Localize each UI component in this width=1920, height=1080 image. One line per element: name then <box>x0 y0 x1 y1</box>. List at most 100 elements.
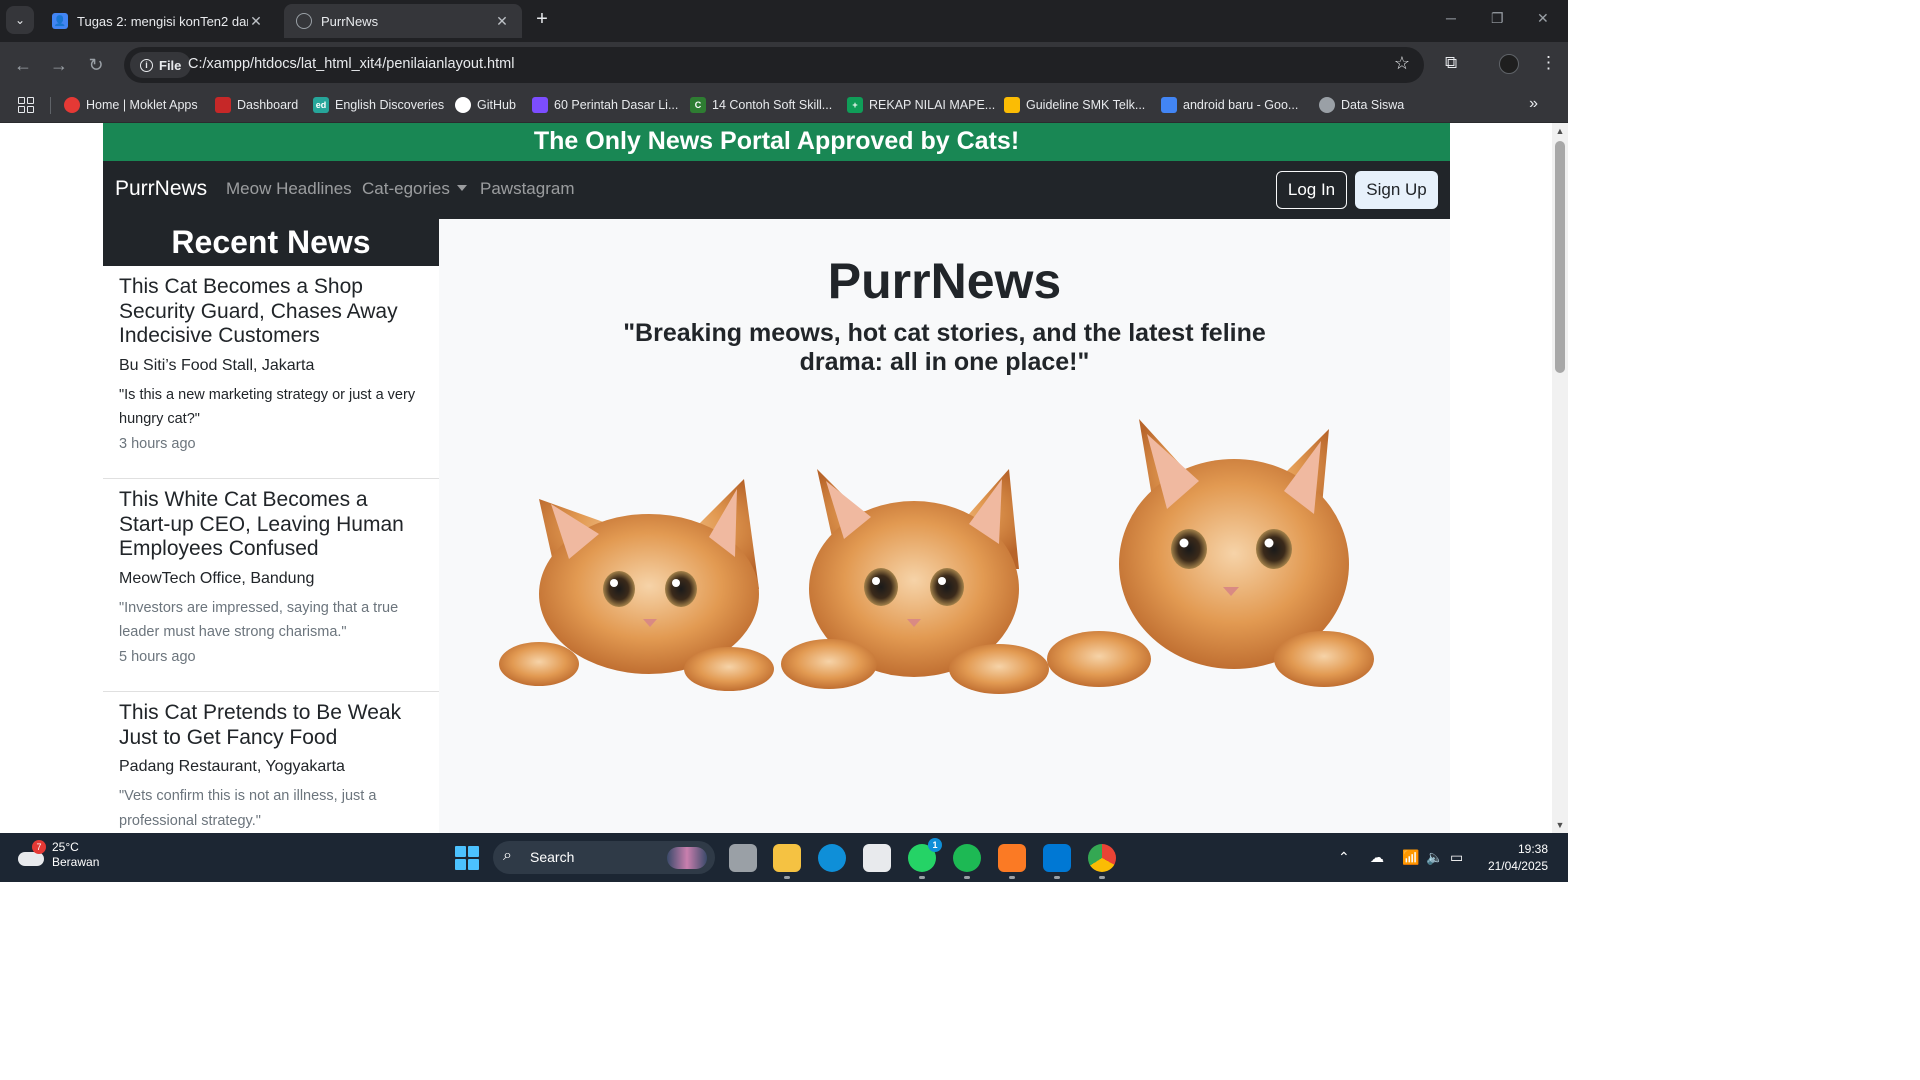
dashboard-icon <box>215 97 231 113</box>
bookmark-label: android baru - Goo... <box>1183 98 1299 112</box>
bookmark-guideline[interactable]: Guideline SMK Telk... <box>1004 95 1145 115</box>
battery-icon[interactable]: ▭ <box>1450 849 1463 866</box>
whatsapp-icon[interactable]: 1 <box>908 838 942 872</box>
wifi-icon[interactable]: 📶 <box>1402 849 1419 866</box>
windows-start-icon[interactable] <box>455 846 479 870</box>
nav-link-pawstagram[interactable]: Pawstagram <box>480 179 574 199</box>
sidebar-heading: Recent News <box>103 219 439 266</box>
news-title[interactable]: This White Cat Becomes a Start-up CEO, L… <box>119 488 423 562</box>
minimize-icon[interactable]: ─ <box>1446 10 1456 26</box>
promo-banner: The Only News Portal Approved by Cats! <box>103 123 1450 161</box>
bookmark-separator <box>50 97 51 114</box>
caret-down-icon <box>456 185 467 191</box>
reload-icon[interactable]: ↻ <box>84 53 108 77</box>
file-explorer-icon[interactable] <box>773 844 801 872</box>
more-bookmarks-icon[interactable]: » <box>1529 95 1538 113</box>
site-info-chip[interactable]: i File <box>130 52 192 78</box>
bookmark-label: Dashboard <box>237 98 299 112</box>
bookmark-github[interactable]: GitHub <box>455 95 516 115</box>
kitten-right <box>1047 419 1374 687</box>
nav-link-meow-headlines[interactable]: Meow Headlines <box>226 179 352 199</box>
extensions-icon[interactable]: ⧉ <box>1445 53 1457 73</box>
news-item[interactable]: This Cat Becomes a Shop Security Guard, … <box>103 275 439 479</box>
bookmark-label: Home | Moklet Apps <box>86 98 198 112</box>
tab-purrnews[interactable]: PurrNews ✕ <box>284 4 522 38</box>
weather-temp: 25°C <box>52 840 79 854</box>
tab-title: Tugas 2: mengisi konTen2 dari l <box>77 13 248 29</box>
close-tab-icon[interactable]: ✕ <box>248 13 264 30</box>
restore-icon[interactable]: ❐ <box>1491 10 1504 27</box>
moklet-icon <box>64 97 80 113</box>
clock-time[interactable]: 19:38 <box>1500 842 1548 856</box>
scroll-up-icon[interactable]: ▲ <box>1555 126 1565 136</box>
site-navbar: PurrNews Meow Headlines Cat-egories Paws… <box>103 161 1450 219</box>
running-indicator <box>1009 876 1015 879</box>
new-tab-button[interactable]: + <box>530 8 554 32</box>
edge-icon[interactable] <box>818 844 846 872</box>
chrome-icon[interactable] <box>1088 844 1116 872</box>
nav-dropdown-categories[interactable]: Cat-egories <box>362 179 467 199</box>
news-item[interactable]: This White Cat Becomes a Start-up CEO, L… <box>103 488 439 692</box>
news-title[interactable]: This Cat Pretends to Be Weak Just to Get… <box>119 701 423 750</box>
bookmark-moklet[interactable]: Home | Moklet Apps <box>64 95 198 115</box>
news-item[interactable]: This Cat Pretends to Be Weak Just to Get… <box>103 701 439 833</box>
kitten-left <box>499 479 774 691</box>
profile-avatar[interactable] <box>1499 54 1519 74</box>
bookmark-rekap-nilai[interactable]: + REKAP NILAI MAPE... <box>847 95 995 115</box>
store-icon[interactable] <box>863 844 891 872</box>
taskbar-search[interactable]: ⌕ Search <box>493 841 715 874</box>
apps-grid-icon[interactable] <box>18 97 34 113</box>
bookmark-soft-skill[interactable]: C 14 Contoh Soft Skill... <box>690 95 832 115</box>
github-icon <box>455 97 471 113</box>
signup-button[interactable]: Sign Up <box>1355 171 1438 209</box>
bookmark-data-siswa[interactable]: Data Siswa <box>1319 95 1404 115</box>
windows-taskbar: 7 25°C Berawan ⌕ Search 1 ⌃ ☁ 📶 🔈 ▭ 19:3… <box>0 833 1568 882</box>
page-viewport: The Only News Portal Approved by Cats! P… <box>0 123 1552 833</box>
back-icon[interactable]: ← <box>11 53 35 77</box>
task-view-icon[interactable] <box>729 844 757 872</box>
xampp-icon[interactable] <box>998 844 1026 872</box>
navbar-brand[interactable]: PurrNews <box>115 177 207 201</box>
bookmark-android[interactable]: android baru - Goo... <box>1161 95 1298 115</box>
cloudy-weather-icon: 7 <box>16 840 46 868</box>
spotify-icon[interactable] <box>953 844 981 872</box>
news-title[interactable]: This Cat Becomes a Shop Security Guard, … <box>119 275 423 349</box>
scroll-thumb[interactable] <box>1555 141 1565 373</box>
clock-date[interactable]: 21/04/2025 <box>1480 859 1548 873</box>
chevron-down-icon: ⌄ <box>14 13 26 27</box>
tab-tugas[interactable]: 👤 Tugas 2: mengisi konTen2 dari l ✕ <box>40 4 276 38</box>
purrnews-site: The Only News Portal Approved by Cats! P… <box>103 123 1450 833</box>
scroll-down-icon[interactable]: ▼ <box>1555 820 1565 830</box>
news-location: Padang Restaurant, Yogyakarta <box>119 758 345 775</box>
news-time: 5 hours ago <box>119 648 196 665</box>
address-bar[interactable]: i File C:/xampp/htdocs/lat_html_xit4/pen… <box>124 47 1424 83</box>
bookmark-linux[interactable]: 60 Perintah Dasar Li... <box>532 95 678 115</box>
news-location: MeowTech Office, Bandung <box>119 569 315 587</box>
running-indicator <box>784 876 790 879</box>
running-indicator <box>919 876 925 879</box>
bookmark-english-discoveries[interactable]: ed English Discoveries <box>313 95 444 115</box>
weather-widget[interactable]: 7 25°C Berawan <box>16 840 99 870</box>
weather-badge: 7 <box>32 840 46 854</box>
menu-icon[interactable]: ⋮ <box>1540 53 1557 73</box>
tray-chevron-up-icon[interactable]: ⌃ <box>1338 849 1350 866</box>
news-quote: "Investors are impressed, saying that a … <box>119 599 399 641</box>
vscode-icon[interactable] <box>1043 844 1071 872</box>
onedrive-icon[interactable]: ☁ <box>1370 849 1384 866</box>
url-text[interactable]: C:/xampp/htdocs/lat_html_xit4/penilaianl… <box>188 56 514 72</box>
close-window-icon[interactable]: ✕ <box>1537 10 1549 27</box>
news-quote: "Is this a new marketing strategy or jus… <box>119 386 416 428</box>
running-indicator <box>1099 876 1105 879</box>
site-info-label: File <box>159 57 182 73</box>
running-indicator <box>1054 876 1060 879</box>
volume-icon[interactable]: 🔈 <box>1426 849 1443 866</box>
page-scrollbar[interactable]: ▲ ▼ <box>1552 123 1568 833</box>
close-tab-icon[interactable]: ✕ <box>494 13 510 30</box>
bookmark-dashboard[interactable]: Dashboard <box>215 95 298 115</box>
tab-title: PurrNews <box>321 13 379 29</box>
tab-search-button[interactable]: ⌄ <box>6 6 34 34</box>
login-button[interactable]: Log In <box>1276 171 1347 209</box>
bookmark-star-icon[interactable]: ☆ <box>1394 53 1410 74</box>
forward-icon[interactable]: → <box>47 53 71 77</box>
globe-icon <box>296 13 312 29</box>
